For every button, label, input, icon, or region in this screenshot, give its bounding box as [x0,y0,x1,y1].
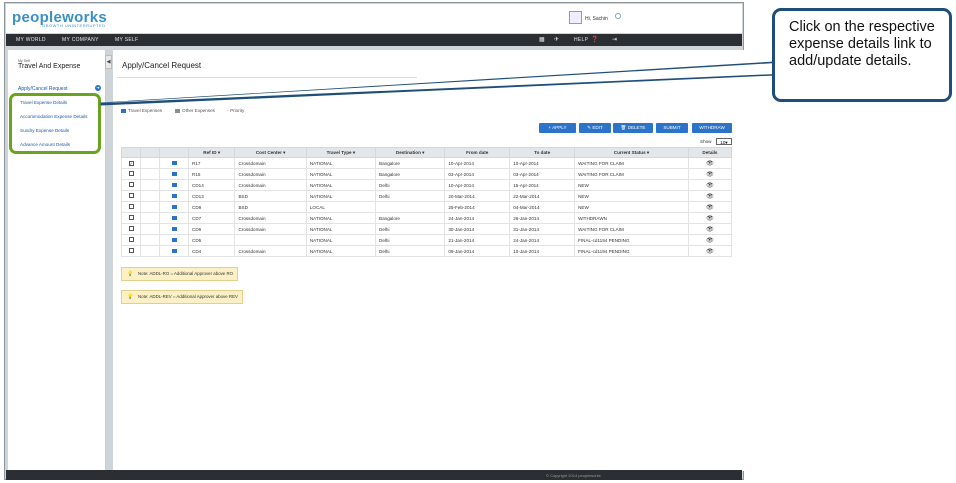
callout-text: Click on the respective expense details … [789,19,935,69]
callout-box: Click on the respective expense details … [772,8,952,102]
